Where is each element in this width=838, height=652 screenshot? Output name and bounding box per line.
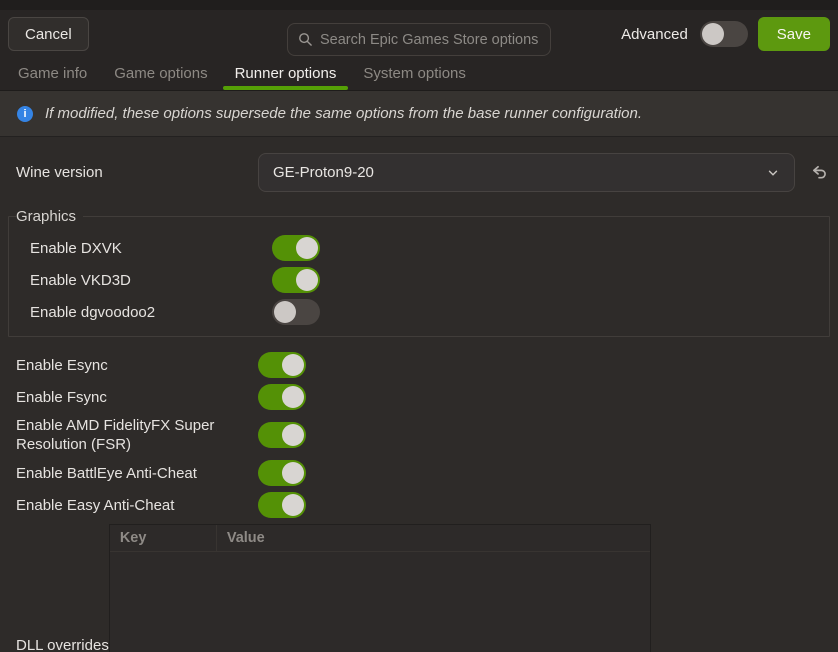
option-row-dgvoodoo2: Enable dgvoodoo2	[30, 299, 829, 325]
vkd3d-label: Enable VKD3D	[30, 271, 272, 290]
vkd3d-toggle[interactable]	[272, 267, 320, 293]
options-panel: Wine version GE-Proton9-20	[0, 137, 838, 652]
eac-label: Enable Easy Anti-Cheat	[16, 496, 258, 515]
info-banner: i If modified, these options supersede t…	[0, 91, 838, 137]
search-icon	[298, 32, 313, 47]
fsync-toggle[interactable]	[258, 384, 306, 410]
window-top-edge	[0, 0, 838, 10]
wine-version-row: Wine version GE-Proton9-20	[0, 153, 838, 192]
esync-toggle[interactable]	[258, 352, 306, 378]
toggle-knob	[274, 301, 296, 323]
toggle-knob	[296, 269, 318, 291]
tab-runner-options[interactable]: Runner options	[223, 58, 349, 90]
search-input[interactable]: Search Epic Games Store options	[287, 23, 551, 56]
tab-bar: Game info Game options Runner options Sy…	[0, 58, 838, 91]
graphics-group-legend: Graphics	[16, 208, 83, 225]
column-header-value[interactable]: Value	[217, 525, 650, 551]
option-row-esync: Enable Esync	[0, 352, 838, 378]
search-placeholder: Search Epic Games Store options	[320, 32, 538, 48]
battleye-toggle[interactable]	[258, 460, 306, 486]
toggle-knob	[282, 424, 304, 446]
toggle-knob	[282, 462, 304, 484]
toggle-knob	[702, 23, 724, 45]
fsync-label: Enable Fsync	[16, 388, 258, 407]
option-row-fsr: Enable AMD FidelityFX Super Resolution (…	[0, 416, 838, 454]
toggle-knob	[296, 237, 318, 259]
wine-version-label: Wine version	[16, 163, 258, 182]
dxvk-label: Enable DXVK	[30, 239, 272, 258]
battleye-label: Enable BattlEye Anti-Cheat	[16, 464, 258, 483]
headerbar: Cancel Search Epic Games Store options A…	[0, 10, 838, 58]
eac-toggle[interactable]	[258, 492, 306, 518]
info-icon: i	[17, 106, 33, 122]
esync-label: Enable Esync	[16, 356, 258, 375]
dll-overrides-row: DLL overrides Key Value	[0, 524, 838, 652]
tab-game-options[interactable]: Game options	[102, 58, 219, 90]
tab-game-info[interactable]: Game info	[6, 58, 99, 90]
runner-options-dialog: Cancel Search Epic Games Store options A…	[0, 0, 838, 652]
option-row-eac: Enable Easy Anti-Cheat	[0, 492, 838, 518]
graphics-group: Graphics Enable DXVK Enable VKD3D Enable…	[8, 208, 830, 337]
advanced-label: Advanced	[621, 26, 688, 43]
option-row-vkd3d: Enable VKD3D	[30, 267, 829, 293]
option-row-battleye: Enable BattlEye Anti-Cheat	[0, 460, 838, 486]
toggle-knob	[282, 354, 304, 376]
option-row-dxvk: Enable DXVK	[30, 235, 829, 261]
info-banner-text: If modified, these options supersede the…	[45, 105, 642, 122]
advanced-toggle[interactable]	[700, 21, 748, 47]
column-header-key[interactable]: Key	[110, 525, 217, 551]
toggle-knob	[282, 386, 304, 408]
save-button[interactable]: Save	[758, 17, 830, 51]
reset-wine-version-button[interactable]	[808, 161, 831, 184]
dgvoodoo2-label: Enable dgvoodoo2	[30, 303, 272, 322]
dll-overrides-label: DLL overrides	[16, 637, 109, 652]
wine-version-value: GE-Proton9-20	[273, 164, 374, 181]
dll-overrides-table-header: Key Value	[110, 525, 650, 552]
undo-icon	[810, 163, 829, 182]
dll-overrides-table[interactable]: Key Value	[109, 524, 651, 652]
wine-version-dropdown[interactable]: GE-Proton9-20	[258, 153, 795, 192]
option-row-fsync: Enable Fsync	[0, 384, 838, 410]
toggle-knob	[282, 494, 304, 516]
tab-system-options[interactable]: System options	[351, 58, 478, 90]
dgvoodoo2-toggle[interactable]	[272, 299, 320, 325]
chevron-down-icon	[766, 166, 780, 180]
fsr-label: Enable AMD FidelityFX Super Resolution (…	[16, 416, 258, 454]
cancel-button[interactable]: Cancel	[8, 17, 89, 51]
dxvk-toggle[interactable]	[272, 235, 320, 261]
fsr-toggle[interactable]	[258, 422, 306, 448]
